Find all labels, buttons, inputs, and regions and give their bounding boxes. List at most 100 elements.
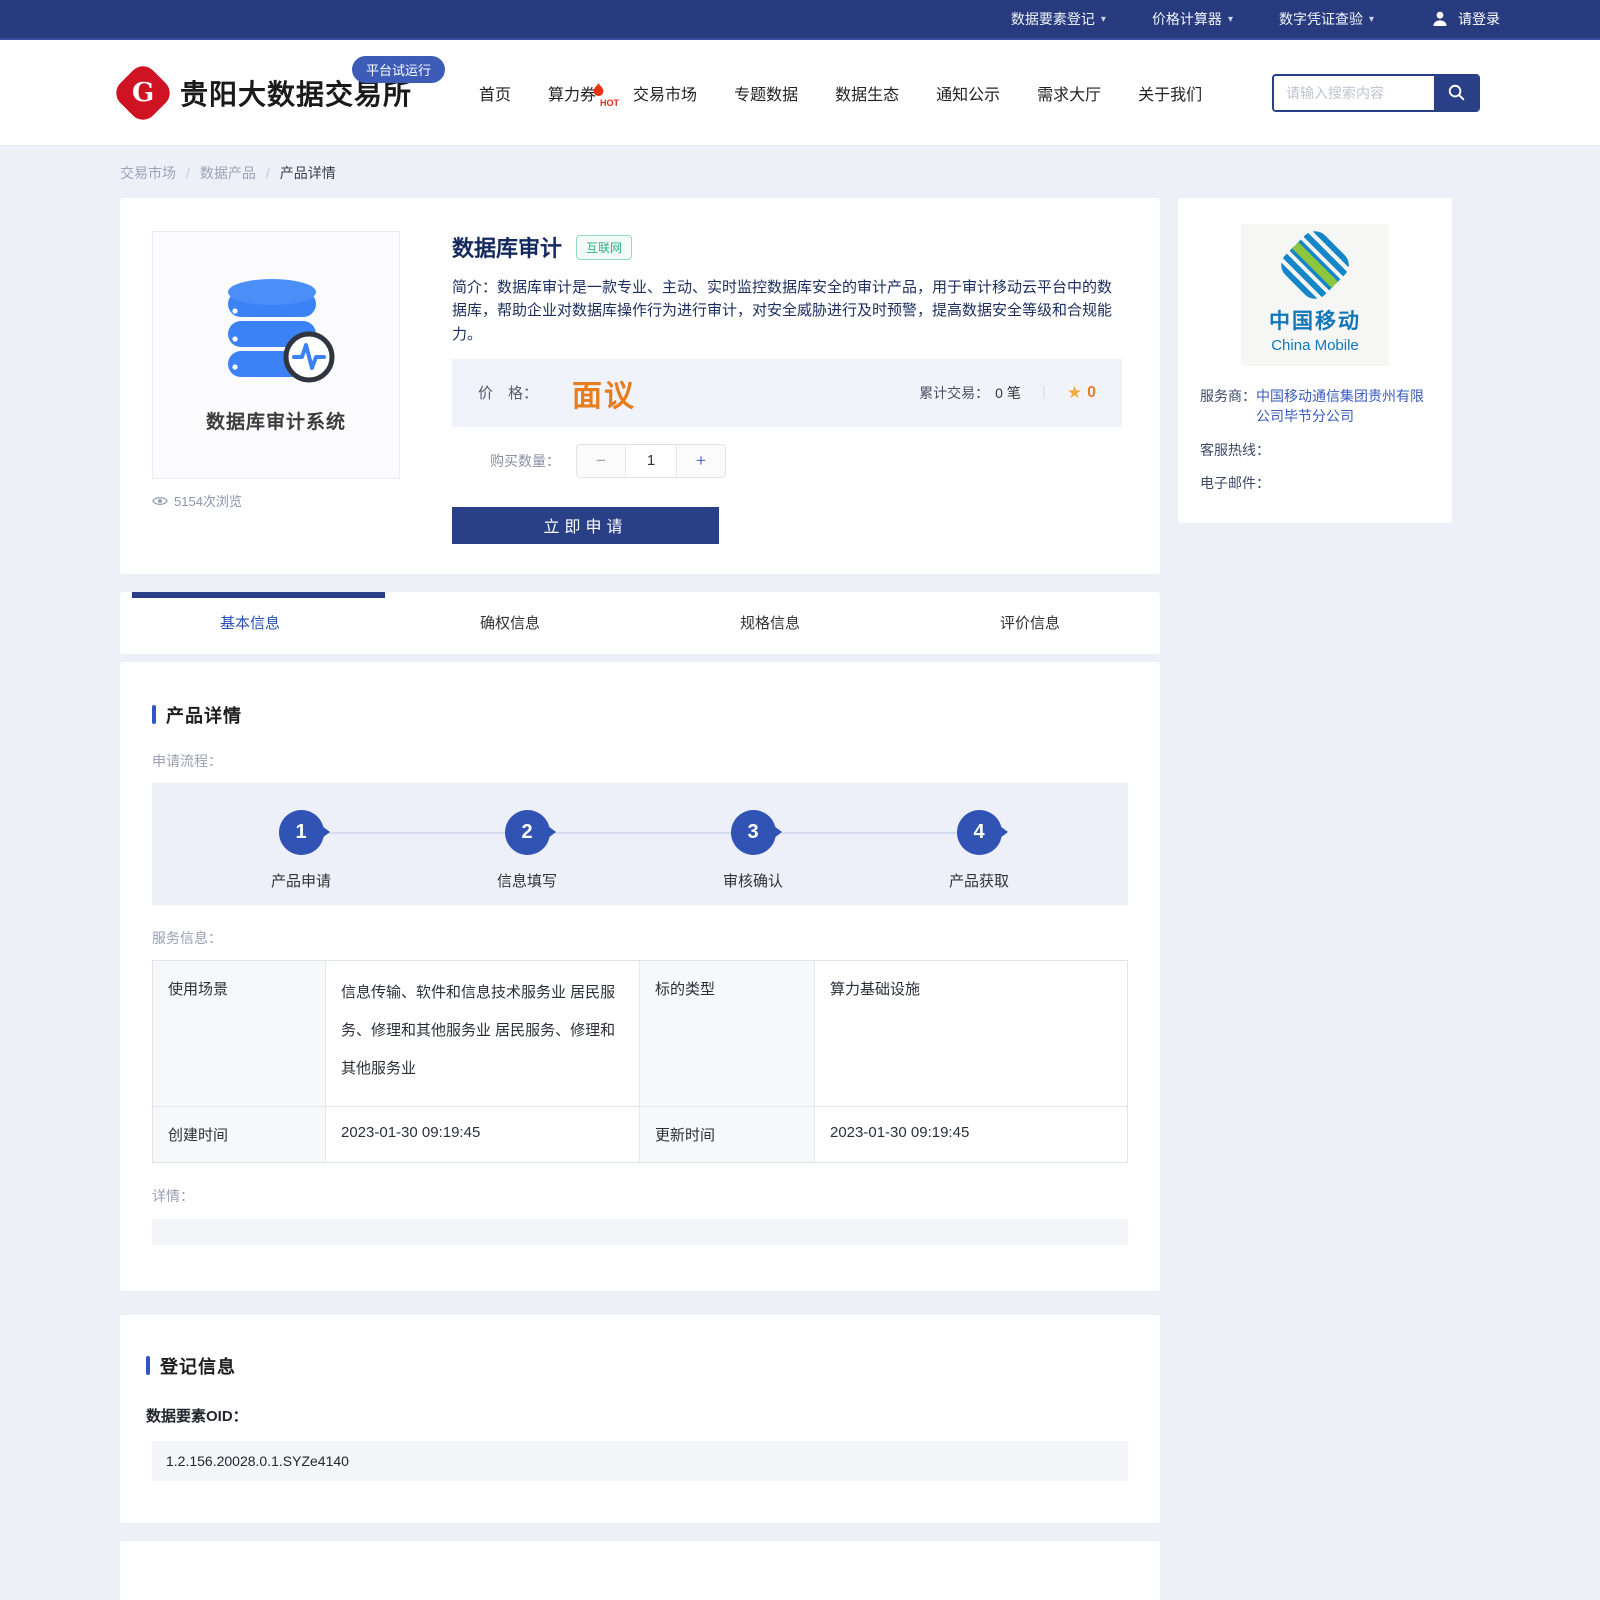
favorite-count: 0	[1087, 383, 1096, 401]
tab-review-info[interactable]: 评价信息	[900, 592, 1160, 654]
provider-link[interactable]: 中国移动通信集团贵州有限公司毕节分公司	[1256, 386, 1430, 427]
divider: ｜	[1036, 384, 1051, 401]
hot-flag: HOT	[592, 82, 622, 108]
product-image-caption: 数据库审计系统	[205, 411, 346, 433]
search-button[interactable]	[1434, 75, 1478, 110]
trades-label: 累计交易：	[919, 384, 990, 401]
registration-section: 登记信息 数据要素OID： 1.2.156.20028.0.1.SYZe4140	[120, 1314, 1160, 1523]
step-number-badge: 1	[278, 809, 330, 855]
product-intro: 简介：数据库审计是一款专业、主动、实时监控数据库安全的审计产品，用于审计移动云平…	[452, 279, 1113, 343]
spec-section: 产品规格 规格类型 规格 规格说明	[120, 1540, 1160, 1600]
breadcrumb-data-products[interactable]: 数据产品	[200, 163, 256, 183]
topbar-menu-price-calculator[interactable]: 价格计算器 ▾	[1152, 9, 1233, 29]
nav-item-trading-market[interactable]: 交易市场	[633, 81, 697, 105]
topbar: 数据要素登记 ▾ 价格计算器 ▾ 数字凭证查验 ▾ 请登录	[0, 0, 1600, 40]
flow-step-3: 3 审核确认	[640, 783, 866, 905]
topbar-menu-label: 价格计算器	[1151, 11, 1222, 27]
price-label: 价 格：	[478, 385, 539, 403]
breadcrumb-trading-market[interactable]: 交易市场	[120, 163, 176, 183]
trial-badge: 平台试运行	[352, 56, 446, 83]
table-cell-key: 标的类型	[640, 960, 815, 1107]
table-cell-value: 算力基础设施	[815, 961, 1127, 1107]
login-button[interactable]: 请登录	[1430, 9, 1500, 29]
flow-step-2: 2 信息填写	[414, 783, 640, 905]
quantity-decrease-button[interactable]: −	[577, 444, 625, 477]
product-detail-section: 产品详情 申请流程： 1 产品申请 2 信息填写 3 审核确认 4 产品获取 服…	[120, 661, 1160, 1291]
nav-item-home[interactable]: 首页	[479, 81, 511, 105]
china-mobile-logo-en: China Mobile	[1271, 336, 1359, 354]
section-accent-bar	[152, 705, 156, 725]
step-label: 产品获取	[948, 872, 1009, 890]
table-cell-key: 更新时间	[640, 1106, 815, 1162]
table-cell-value: 2023-01-30 09:19:45	[326, 1106, 640, 1162]
breadcrumb-separator: /	[186, 165, 190, 181]
breadcrumb-separator: /	[265, 165, 270, 181]
database-icon	[228, 278, 335, 382]
star-icon[interactable]: ★	[1067, 383, 1082, 403]
product-summary-card: 数据库审计系统 5154次浏览 数据库审计 互联网 简介：数据库审计是一款专业、…	[120, 198, 1160, 574]
service-info-label: 服务信息：	[152, 929, 222, 946]
tab-rights-info[interactable]: 确权信息	[380, 592, 640, 654]
tab-spec-info[interactable]: 规格信息	[640, 592, 900, 654]
apply-now-button[interactable]: 立即申请	[452, 506, 719, 544]
application-flow: 1 产品申请 2 信息填写 3 审核确认 4 产品获取	[152, 782, 1128, 905]
chevron-down-icon: ▾	[1100, 13, 1106, 25]
provider-label: 服务商：	[1200, 388, 1256, 404]
quantity-input[interactable]	[625, 444, 677, 477]
nav-item-notices[interactable]: 通知公示	[936, 81, 1000, 105]
topbar-menu-label: 数字凭证查验	[1278, 11, 1363, 27]
nav-item-topic-data[interactable]: 专题数据	[734, 81, 798, 105]
price-value: 面议	[572, 379, 637, 413]
nav-item-demand-hall[interactable]: 需求大厅	[1037, 81, 1101, 105]
step-number-badge: 4	[956, 809, 1008, 855]
register-heading: 登记信息	[160, 1356, 236, 1377]
search-input[interactable]	[1274, 75, 1434, 110]
nav-item-label: 算力券	[548, 86, 597, 104]
breadcrumb: 交易市场 / 数据产品 / 产品详情	[120, 163, 1452, 183]
step-label: 信息填写	[496, 872, 557, 890]
vendor-card: 中国移动 China Mobile 服务商： 中国移动通信集团贵州有限公司毕节分…	[1178, 198, 1452, 523]
step-label: 产品申请	[270, 872, 331, 890]
china-mobile-logo-icon	[1275, 224, 1355, 305]
nav-item-about-us[interactable]: 关于我们	[1138, 81, 1202, 105]
flow-label: 申请流程：	[152, 752, 222, 769]
table-cell-key: 使用场景	[153, 960, 326, 1107]
topbar-menu-digital-certificate[interactable]: 数字凭证查验 ▾	[1279, 9, 1374, 29]
product-title: 数据库审计	[452, 236, 563, 261]
table-cell-key: 创建时间	[153, 1106, 326, 1162]
product-image: 数据库审计系统	[152, 231, 400, 479]
table-cell-value: 2023-01-30 09:19:45	[830, 1123, 970, 1141]
detail-empty-content	[152, 1218, 1128, 1245]
view-count: 5154次浏览	[152, 491, 402, 510]
tab-basic-info[interactable]: 基本信息	[120, 592, 380, 654]
table-cell-value: 信息传输、软件和信息技术服务业 居民服务、修理和其他服务业 居民服务、修理和其他…	[326, 960, 640, 1107]
breadcrumb-product-detail: 产品详情	[279, 165, 336, 181]
topbar-menu-data-element-registration[interactable]: 数据要素登记 ▾	[1011, 9, 1106, 29]
nav-item-data-ecology[interactable]: 数据生态	[835, 81, 899, 105]
flow-step-1: 1 产品申请	[188, 783, 414, 905]
step-number-badge: 3	[730, 809, 782, 855]
eye-icon	[152, 496, 168, 505]
china-mobile-logo-zh: 中国移动	[1269, 309, 1361, 333]
quantity-increase-button[interactable]: +	[677, 444, 725, 477]
active-tab-indicator	[132, 591, 385, 598]
chevron-down-icon: ▾	[1368, 13, 1374, 25]
chevron-down-icon: ▾	[1227, 13, 1233, 25]
quantity-label: 购买数量：	[490, 452, 560, 469]
step-label: 审核确认	[722, 872, 783, 890]
user-icon	[1433, 11, 1447, 26]
price-bar: 价 格： 面议 累计交易： 0 笔 ｜ ★ 0	[452, 358, 1122, 427]
search-box	[1272, 73, 1480, 112]
search-icon	[1448, 84, 1464, 101]
section-accent-bar	[146, 1356, 150, 1375]
view-count-label: 5154次浏览	[174, 494, 242, 509]
detail-label: 详情：	[152, 1187, 194, 1204]
flow-step-4: 4 产品获取	[866, 783, 1092, 905]
header: G 贵阳大数据交易所 平台试运行 首页 算力券 HOT 交易市场 专题数据 数据…	[0, 40, 1600, 146]
nav-item-computing-voucher[interactable]: 算力券 HOT	[548, 81, 619, 108]
topbar-menu-label: 数据要素登记	[1010, 11, 1095, 27]
login-label: 请登录	[1458, 11, 1500, 27]
exchange-logo-icon[interactable]: G	[110, 59, 176, 126]
step-number-badge: 2	[504, 809, 556, 855]
product-category-tag: 互联网	[576, 234, 633, 260]
